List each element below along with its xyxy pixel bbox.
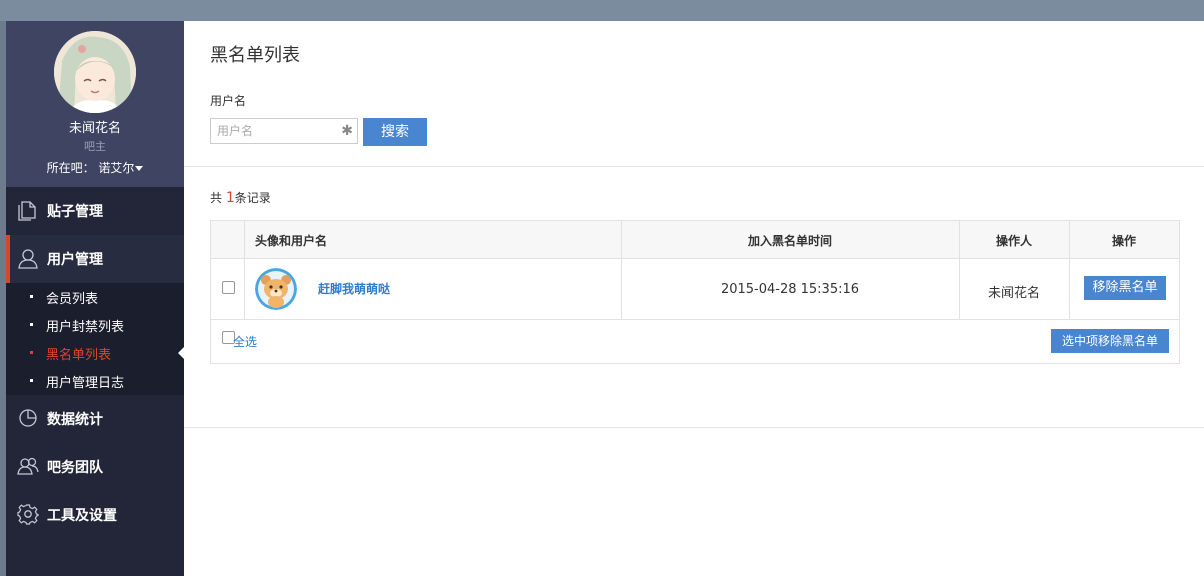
select-all-link[interactable]: 全选	[233, 333, 257, 350]
bulk-remove-button[interactable]: 选中项移除黑名单	[1051, 329, 1169, 353]
bullet-icon	[30, 379, 33, 382]
header-avatar-username: 头像和用户名	[255, 234, 328, 248]
profile-role: 吧主	[84, 140, 106, 153]
subnav-label: 黑名单列表	[46, 348, 112, 363]
active-indicator	[6, 235, 10, 283]
nav-label: 贴子管理	[47, 204, 103, 220]
divider	[184, 166, 1204, 167]
blacklist-time: 2015-04-28 15:35:16	[720, 282, 860, 297]
table-header: 头像和用户名 加入黑名单时间 操作人 操作	[211, 221, 1179, 259]
username-field: ✱	[210, 118, 358, 144]
divider	[184, 427, 1204, 428]
bullet-icon	[30, 323, 33, 326]
profile-name: 未闻花名	[68, 121, 121, 136]
sidebar: 未闻花名 吧主 所在吧： 诺艾尔 贴子管理 用户管理 会员列表 用户封禁列表 黑…	[6, 21, 184, 576]
subnav-label: 用户管理日志	[46, 376, 125, 391]
search-button[interactable]: 搜索	[363, 118, 427, 146]
pie-chart-icon	[19, 409, 37, 427]
header-operator: 操作人	[995, 234, 1032, 248]
page-title: 黑名单列表	[210, 45, 300, 66]
header-time: 加入黑名单时间	[747, 234, 832, 248]
table-row: 赶脚我萌萌哒 2015-04-28 15:35:16 未闻花名 移除黑名单	[211, 259, 1179, 320]
count-number: 1	[225, 190, 235, 206]
gear-icon	[17, 504, 39, 525]
top-bar	[0, 0, 1204, 21]
bar-name: 诺艾尔	[98, 161, 135, 175]
nav-item-users[interactable]: 用户管理	[6, 235, 184, 283]
nav-item-posts[interactable]: 贴子管理	[6, 187, 184, 235]
user-avatar[interactable]	[255, 268, 297, 310]
caret-down-icon	[135, 166, 144, 171]
subnav-item-blacklist[interactable]: 黑名单列表	[6, 339, 184, 367]
team-icon	[17, 457, 39, 475]
nav-item-team[interactable]: 吧务团队	[6, 443, 184, 491]
main-content: 黑名单列表 用户名 ✱ 搜索 共 1条记录 头像和用户名 加入黑名单时间 操作人…	[184, 21, 1204, 576]
count-suffix: 条记录	[234, 191, 271, 205]
document-icon	[18, 201, 36, 221]
bar-selector[interactable]: 所在吧： 诺艾尔	[6, 159, 184, 176]
nav-label: 工具及设置	[47, 508, 117, 524]
remove-blacklist-button[interactable]: 移除黑名单	[1084, 276, 1166, 300]
nav-item-settings[interactable]: 工具及设置	[6, 491, 184, 539]
profile-panel: 未闻花名 吧主 所在吧： 诺艾尔	[6, 21, 184, 187]
nav-label: 吧务团队	[47, 460, 103, 476]
header-action: 操作	[1111, 234, 1136, 248]
subnav-item-members[interactable]: 会员列表	[6, 283, 184, 311]
row-checkbox[interactable]	[222, 281, 235, 294]
username-link[interactable]: 赶脚我萌萌哒	[318, 280, 390, 297]
subnav-label: 用户封禁列表	[46, 320, 125, 335]
operator-name: 未闻花名	[987, 286, 1040, 301]
user-icon	[18, 249, 38, 269]
blacklist-table: 头像和用户名 加入黑名单时间 操作人 操作 赶脚我萌萌哒 2015-04-28 …	[210, 220, 1180, 364]
subnav-item-logs[interactable]: 用户管理日志	[6, 367, 184, 395]
username-label: 用户名	[210, 94, 247, 108]
nav-item-stats[interactable]: 数据统计	[6, 395, 184, 443]
subnav-item-bans[interactable]: 用户封禁列表	[6, 311, 184, 339]
nav-label: 数据统计	[47, 412, 103, 428]
clear-icon[interactable]: ✱	[341, 122, 353, 140]
nav-label: 用户管理	[47, 252, 103, 268]
username-input[interactable]	[217, 120, 337, 142]
avatar[interactable]	[54, 31, 136, 113]
bullet-icon	[30, 295, 33, 298]
subnav-label: 会员列表	[46, 292, 99, 307]
bullet-icon	[30, 351, 33, 354]
record-count: 共 1条记录	[210, 189, 271, 206]
bar-label: 所在吧：	[46, 161, 95, 175]
count-prefix: 共	[210, 191, 223, 205]
